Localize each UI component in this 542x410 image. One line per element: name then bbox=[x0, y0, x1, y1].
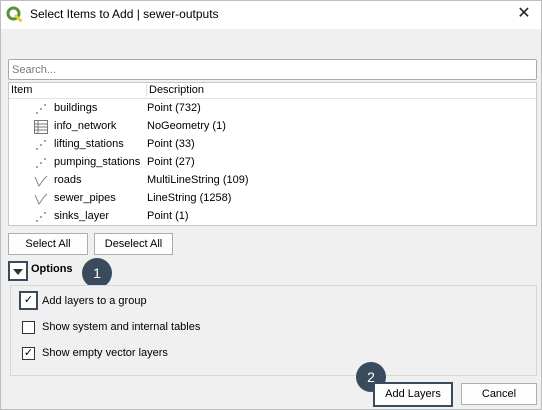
checkbox-show-system-tables[interactable] bbox=[22, 321, 35, 334]
tree-row[interactable]: pumping_stations Point (27) bbox=[9, 154, 536, 172]
line-layer-icon bbox=[34, 175, 48, 188]
checkbox-show-empty-layers[interactable]: ✓ bbox=[22, 347, 35, 360]
select-items-dialog: Select Items to Add | sewer-outputs ✕ It… bbox=[0, 0, 542, 410]
checkbox-add-to-group[interactable]: ✓ bbox=[19, 291, 38, 310]
options-title[interactable]: Options bbox=[31, 263, 73, 275]
window-title: Select Items to Add | sewer-outputs bbox=[30, 7, 219, 21]
add-layers-button[interactable]: Add Layers bbox=[373, 382, 453, 407]
items-tree[interactable]: Item Description buildings Point (732) i… bbox=[8, 82, 537, 226]
layer-description: Point (732) bbox=[147, 102, 201, 114]
tree-row[interactable]: buildings Point (732) bbox=[9, 100, 536, 118]
layer-description: Point (27) bbox=[147, 156, 195, 168]
table-layer-icon bbox=[34, 120, 48, 134]
point-layer-icon bbox=[36, 140, 46, 150]
layer-name: sewer_pipes bbox=[54, 192, 116, 204]
option-label: Show empty vector layers bbox=[42, 347, 168, 359]
layer-description: Point (33) bbox=[147, 138, 195, 150]
layer-description: Point (1) bbox=[147, 210, 189, 222]
layer-name: info_network bbox=[54, 120, 117, 132]
deselect-all-button[interactable]: Deselect All bbox=[94, 233, 173, 255]
layer-name: sinks_layer bbox=[54, 210, 110, 222]
layer-name: pumping_stations bbox=[54, 156, 141, 168]
cancel-button[interactable]: Cancel bbox=[461, 383, 537, 405]
column-header-description[interactable]: Description bbox=[146, 84, 204, 96]
search-input[interactable] bbox=[8, 59, 537, 80]
option-label: Show system and internal tables bbox=[42, 321, 201, 333]
point-layer-icon bbox=[36, 212, 46, 222]
line-layer-icon bbox=[34, 193, 48, 206]
layer-name: roads bbox=[54, 174, 82, 186]
point-layer-icon bbox=[36, 158, 46, 168]
option-label: Add layers to a group bbox=[42, 295, 147, 307]
point-layer-icon bbox=[36, 104, 46, 114]
option-show-empty-layers[interactable]: ✓ Show empty vector layers bbox=[22, 346, 422, 362]
layer-name: lifting_stations bbox=[54, 138, 124, 150]
step-callout-1: 1 bbox=[82, 258, 112, 288]
layer-description: NoGeometry (1) bbox=[147, 120, 226, 132]
column-header-item[interactable]: Item bbox=[11, 84, 32, 96]
tree-row[interactable]: roads MultiLineString (109) bbox=[9, 172, 536, 190]
triangle-down-icon[interactable] bbox=[8, 261, 28, 281]
tree-row[interactable]: sinks_layer Point (1) bbox=[9, 208, 536, 226]
option-show-system-tables[interactable]: Show system and internal tables bbox=[22, 320, 422, 336]
tree-header: Item Description bbox=[9, 83, 536, 99]
select-all-button[interactable]: Select All bbox=[8, 233, 88, 255]
tree-row[interactable]: info_network NoGeometry (1) bbox=[9, 118, 536, 136]
tree-row[interactable]: sewer_pipes LineString (1258) bbox=[9, 190, 536, 208]
layer-description: LineString (1258) bbox=[147, 192, 232, 204]
qgis-logo-icon bbox=[6, 6, 22, 22]
title-bar: Select Items to Add | sewer-outputs ✕ bbox=[1, 1, 541, 29]
option-add-layers-to-group[interactable]: ✓ Add layers to a group bbox=[19, 291, 422, 310]
layer-name: buildings bbox=[54, 102, 98, 114]
layer-description: MultiLineString (109) bbox=[147, 174, 249, 186]
tree-row[interactable]: lifting_stations Point (33) bbox=[9, 136, 536, 154]
close-icon[interactable]: ✕ bbox=[511, 3, 537, 25]
options-group: ✓ Add layers to a group Show system and … bbox=[10, 285, 537, 376]
